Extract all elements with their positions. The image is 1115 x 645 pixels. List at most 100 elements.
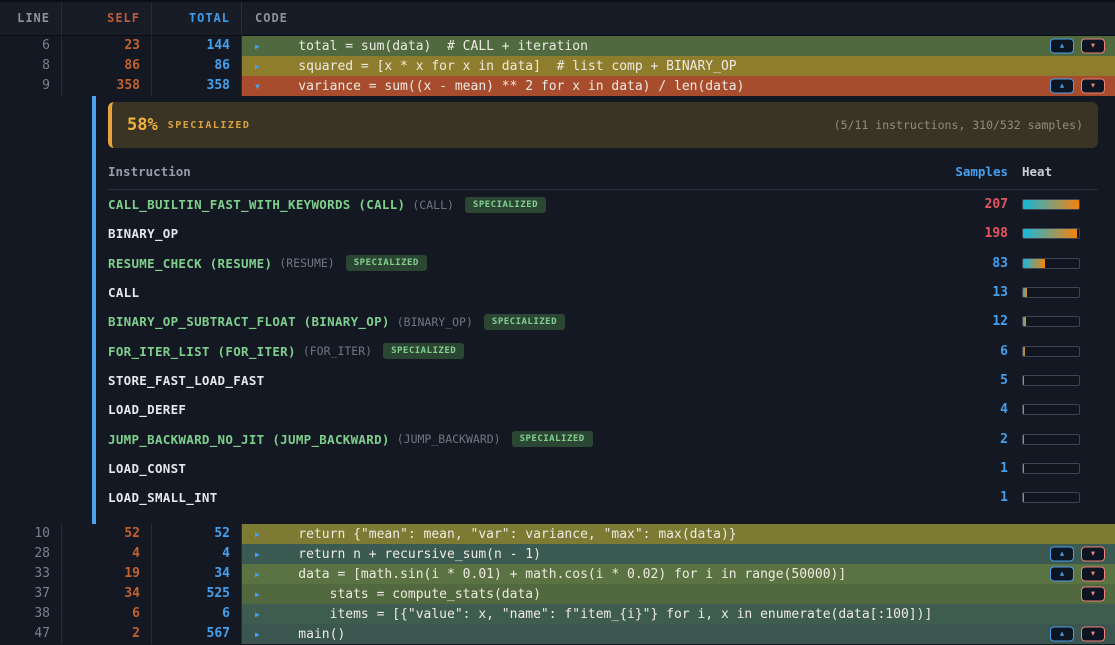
samples-column-header[interactable]: Samples bbox=[946, 164, 1008, 179]
code-line-row[interactable]: 8 86 86 ▶ squared = [x * x for x in data… bbox=[0, 56, 1115, 76]
heat-cell bbox=[1022, 492, 1098, 503]
column-header-code[interactable]: CODE bbox=[242, 2, 1115, 35]
expand-arrow-icon[interactable]: ▶ bbox=[255, 530, 265, 539]
column-header-line[interactable]: LINE bbox=[0, 2, 62, 35]
heat-cell bbox=[1022, 375, 1098, 386]
instruction-samples: 207 bbox=[946, 197, 1008, 212]
code-line-row[interactable]: 10 52 52 ▶ return {"mean": mean, "var": … bbox=[0, 524, 1115, 544]
heat-cell bbox=[1022, 228, 1098, 239]
instruction-row: LOAD_CONST 1 bbox=[108, 454, 1098, 483]
code-text: return n + recursive_sum(n - 1) bbox=[267, 547, 541, 562]
code-cell[interactable]: ▼ variance = sum((x - mean) ** 2 for x i… bbox=[242, 76, 1115, 96]
total-samples: 52 bbox=[152, 524, 242, 544]
instruction-samples: 2 bbox=[946, 432, 1008, 447]
heat-bar-track bbox=[1022, 434, 1080, 445]
self-samples: 34 bbox=[62, 584, 152, 604]
instruction-name-wrap: BINARY_OP bbox=[108, 226, 946, 241]
jump-down-button[interactable]: ▼ bbox=[1081, 587, 1105, 602]
heat-bar-track bbox=[1022, 375, 1080, 386]
instruction-row: CALL_BUILTIN_FAST_WITH_KEYWORDS (CALL) (… bbox=[108, 190, 1098, 219]
specialized-badge: SPECIALIZED bbox=[512, 431, 593, 447]
instruction-row: BINARY_OP 198 bbox=[108, 219, 1098, 248]
expand-arrow-icon[interactable]: ▶ bbox=[255, 630, 265, 639]
code-cell[interactable]: ▶ total = sum(data) # CALL + iteration ▲… bbox=[242, 36, 1115, 56]
jump-up-button[interactable]: ▲ bbox=[1050, 39, 1074, 54]
expand-arrow-icon[interactable]: ▶ bbox=[255, 62, 265, 71]
code-cell[interactable]: ▶ main() ▲ ▼ bbox=[242, 624, 1115, 644]
code-cell[interactable]: ▶ squared = [x * x for x in data] # list… bbox=[242, 56, 1115, 76]
code-line-row[interactable]: 37 34 525 ▶ stats = compute_stats(data) … bbox=[0, 584, 1115, 604]
heat-bar-fill bbox=[1023, 347, 1025, 356]
specialization-detail-panel: 58% SPECIALIZED (5/11 instructions, 310/… bbox=[0, 96, 1115, 524]
code-text: items = [{"value": x, "name": f"item_{i}… bbox=[267, 607, 932, 622]
heat-cell bbox=[1022, 434, 1098, 445]
code-line-row[interactable]: 6 23 144 ▶ total = sum(data) # CALL + it… bbox=[0, 36, 1115, 56]
line-number: 9 bbox=[0, 76, 62, 96]
code-rows-top: 6 23 144 ▶ total = sum(data) # CALL + it… bbox=[0, 36, 1115, 96]
row-buttons: ▲ ▼ bbox=[1050, 627, 1105, 642]
jump-down-button[interactable]: ▼ bbox=[1081, 567, 1105, 582]
code-line-row[interactable]: 38 6 6 ▶ items = [{"value": x, "name": f… bbox=[0, 604, 1115, 624]
instruction-samples: 1 bbox=[946, 461, 1008, 476]
instruction-name: BINARY_OP_SUBTRACT_FLOAT (BINARY_OP) bbox=[108, 314, 390, 329]
instruction-row: BINARY_OP_SUBTRACT_FLOAT (BINARY_OP) (BI… bbox=[108, 307, 1098, 336]
instruction-samples: 83 bbox=[946, 256, 1008, 271]
jump-down-button[interactable]: ▼ bbox=[1081, 79, 1105, 94]
instruction-base-name: (FOR_ITER) bbox=[303, 344, 372, 358]
code-line-row[interactable]: 28 4 4 ▶ return n + recursive_sum(n - 1)… bbox=[0, 544, 1115, 564]
expand-arrow-icon[interactable]: ▶ bbox=[255, 570, 265, 579]
line-number: 8 bbox=[0, 56, 62, 76]
code-cell[interactable]: ▶ return n + recursive_sum(n - 1) ▲ ▼ bbox=[242, 544, 1115, 564]
code-cell[interactable]: ▶ items = [{"value": x, "name": f"item_{… bbox=[242, 604, 1115, 624]
heat-bar-track bbox=[1022, 346, 1080, 357]
specialized-badge: SPECIALIZED bbox=[465, 197, 546, 213]
line-number: 6 bbox=[0, 36, 62, 56]
code-cell[interactable]: ▶ return {"mean": mean, "var": variance,… bbox=[242, 524, 1115, 544]
expand-arrow-icon[interactable]: ▶ bbox=[255, 590, 265, 599]
instruction-name: LOAD_CONST bbox=[108, 461, 186, 476]
expand-arrow-icon[interactable]: ▶ bbox=[255, 610, 265, 619]
instruction-row: LOAD_DEREF 4 bbox=[108, 395, 1098, 424]
instruction-samples: 6 bbox=[946, 344, 1008, 359]
line-number: 38 bbox=[0, 604, 62, 624]
self-samples: 23 bbox=[62, 36, 152, 56]
instruction-name: FOR_ITER_LIST (FOR_ITER) bbox=[108, 344, 296, 359]
jump-down-button[interactable]: ▼ bbox=[1081, 627, 1105, 642]
heat-bar-fill bbox=[1023, 259, 1045, 268]
column-header-self[interactable]: SELF bbox=[62, 2, 152, 35]
instruction-base-name: (CALL) bbox=[412, 198, 454, 212]
heat-bar-track bbox=[1022, 316, 1080, 327]
code-text: main() bbox=[267, 627, 345, 642]
instruction-table-header: Instruction Samples Heat bbox=[108, 164, 1098, 190]
heat-column-header[interactable]: Heat bbox=[1022, 164, 1098, 179]
code-cell[interactable]: ▶ data = [math.sin(i * 0.01) + math.cos(… bbox=[242, 564, 1115, 584]
heat-bar-track bbox=[1022, 287, 1080, 298]
specialized-badge: SPECIALIZED bbox=[346, 255, 427, 271]
jump-up-button[interactable]: ▲ bbox=[1050, 79, 1074, 94]
table-header: LINE SELF TOTAL CODE bbox=[0, 0, 1115, 36]
jump-up-button[interactable]: ▲ bbox=[1050, 547, 1074, 562]
instruction-samples: 12 bbox=[946, 314, 1008, 329]
heat-bar-fill bbox=[1023, 464, 1024, 473]
jump-up-button[interactable]: ▲ bbox=[1050, 567, 1074, 582]
code-cell[interactable]: ▶ stats = compute_stats(data) ▼ bbox=[242, 584, 1115, 604]
column-header-total[interactable]: TOTAL bbox=[152, 2, 242, 35]
heat-bar-track bbox=[1022, 463, 1080, 474]
expand-arrow-icon[interactable]: ▼ bbox=[255, 82, 265, 91]
jump-down-button[interactable]: ▼ bbox=[1081, 547, 1105, 562]
jump-down-button[interactable]: ▼ bbox=[1081, 39, 1105, 54]
code-text: total = sum(data) # CALL + iteration bbox=[267, 39, 588, 54]
row-buttons: ▲ ▼ bbox=[1050, 547, 1105, 562]
code-line-row[interactable]: 9 358 358 ▼ variance = sum((x - mean) **… bbox=[0, 76, 1115, 96]
row-buttons: ▲ ▼ bbox=[1050, 567, 1105, 582]
instruction-base-name: (JUMP_BACKWARD) bbox=[397, 432, 501, 446]
instruction-column-header[interactable]: Instruction bbox=[108, 164, 946, 179]
code-rows-bottom: 10 52 52 ▶ return {"mean": mean, "var": … bbox=[0, 524, 1115, 644]
instruction-name: STORE_FAST_LOAD_FAST bbox=[108, 373, 265, 388]
total-samples: 86 bbox=[152, 56, 242, 76]
expand-arrow-icon[interactable]: ▶ bbox=[255, 550, 265, 559]
expand-arrow-icon[interactable]: ▶ bbox=[255, 42, 265, 51]
code-line-row[interactable]: 33 19 34 ▶ data = [math.sin(i * 0.01) + … bbox=[0, 564, 1115, 584]
code-line-row[interactable]: 47 2 567 ▶ main() ▲ ▼ bbox=[0, 624, 1115, 644]
jump-up-button[interactable]: ▲ bbox=[1050, 627, 1074, 642]
